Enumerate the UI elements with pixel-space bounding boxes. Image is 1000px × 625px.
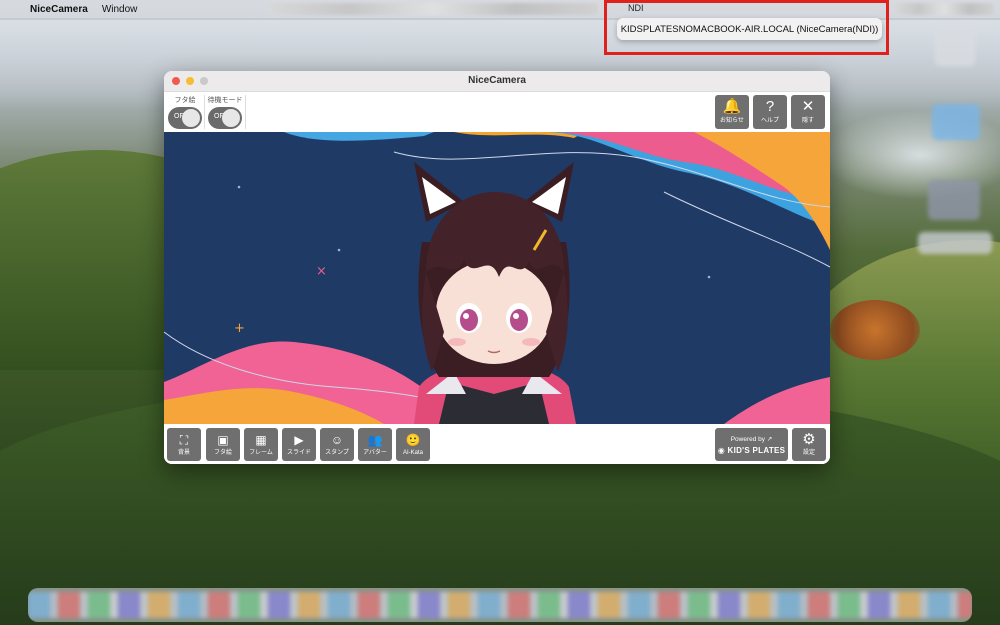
settings-button[interactable]: ⚙ 設定 <box>792 428 826 461</box>
close-icon: ✕ <box>801 98 815 115</box>
lid-image-button[interactable]: ▣ フタ絵 <box>206 428 240 461</box>
menu-app-name[interactable]: NiceCamera <box>30 4 88 15</box>
button-label: スタンプ <box>325 450 349 456</box>
divider <box>204 95 205 129</box>
menubar-status-right <box>894 3 994 15</box>
sparkle-plus: + <box>234 321 245 336</box>
bell-icon: 🔔 <box>722 98 742 115</box>
button-label: アバター <box>363 450 387 456</box>
star-dot <box>337 248 341 252</box>
top-toolbar: フタ絵 OFF 待機モード OFF 🔔 お知らせ ? ヘルプ ✕ 隠す <box>164 92 830 132</box>
background-icon: ⛶ <box>179 433 189 447</box>
frame-button[interactable]: ▦ フレーム <box>244 428 278 461</box>
powered-by-text: Powered by ↗ <box>730 436 773 443</box>
wave-pink-bottom-right <box>724 377 830 424</box>
button-label: お知らせ <box>720 118 744 124</box>
hide-button[interactable]: ✕ 隠す <box>791 95 825 129</box>
button-label: スライド <box>286 450 311 456</box>
button-label: ヘルプ <box>760 118 779 124</box>
button-label: フタ絵 <box>213 450 232 456</box>
nicecamera-window: NiceCamera フタ絵 OFF 待機モード OFF 🔔 お知らせ ? ヘル… <box>164 71 830 464</box>
slide-button[interactable]: ▶ スライド <box>282 428 316 461</box>
desktop-widget-folder <box>932 104 980 140</box>
toggle-knob <box>222 109 240 127</box>
avatar-character <box>414 162 576 424</box>
stamp-icon: ☺ <box>330 433 344 447</box>
ai-kata-icon: 🙂 <box>405 433 421 447</box>
question-icon: ? <box>765 98 775 115</box>
gear-icon: ⚙ <box>802 431 816 448</box>
divider <box>245 95 246 129</box>
avatar-icon: 👥 <box>367 433 383 447</box>
bottom-toolbar: ⛶ 背景 ▣ フタ絵 ▦ フレーム ▶ スライド ☺ スタンプ 👥 アバター 🙂… <box>164 424 830 464</box>
notifications-button[interactable]: 🔔 お知らせ <box>715 95 749 129</box>
lid-image-toggle[interactable]: OFF <box>168 107 202 129</box>
desktop-widget-3 <box>918 232 992 254</box>
button-label: 背景 <box>177 450 190 456</box>
slide-icon: ▶ <box>294 433 304 447</box>
avatar-button[interactable]: 👥 アバター <box>358 428 392 461</box>
button-label: フレーム <box>249 450 273 456</box>
help-button[interactable]: ? ヘルプ <box>753 95 787 129</box>
button-label: AI-Kata <box>402 450 423 456</box>
highlight-box <box>604 0 889 55</box>
menu-window[interactable]: Window <box>102 4 138 15</box>
lid-image-icon: ▣ <box>217 433 229 447</box>
toggle-knob <box>182 109 200 127</box>
menubar-status-icons <box>268 3 598 15</box>
dock-app-icons[interactable] <box>28 592 972 618</box>
sparkle-x: × <box>316 264 327 279</box>
desktop-widget-1 <box>935 26 975 66</box>
standby-toggle-group: 待機モード OFF <box>206 95 244 129</box>
camera-preview: × + <box>164 132 830 424</box>
button-label: 隠す <box>801 118 814 124</box>
window-title: NiceCamera <box>468 75 526 86</box>
star-dot <box>707 275 711 279</box>
ai-kata-button[interactable]: 🙂 AI-Kata <box>396 428 430 461</box>
title-bar[interactable]: NiceCamera <box>164 71 830 92</box>
toggle-label: 待機モード <box>207 97 243 104</box>
lid-image-toggle-group: フタ絵 OFF <box>166 95 204 129</box>
wallpaper-autumn-tree <box>830 300 920 360</box>
frame-icon: ▦ <box>255 433 267 447</box>
star-dot <box>237 185 241 189</box>
background-button[interactable]: ⛶ 背景 <box>167 428 201 461</box>
stamp-button[interactable]: ☺ スタンプ <box>320 428 354 461</box>
preview-background: × + <box>164 132 830 424</box>
standby-mode-toggle[interactable]: OFF <box>208 107 242 129</box>
wave-blue-top <box>284 132 434 141</box>
powered-by-kids-plates-link[interactable]: Powered by ↗ ◉ KID'S PLATES <box>715 428 788 461</box>
toggle-label: フタ絵 <box>174 97 196 104</box>
dock <box>28 588 972 622</box>
desktop-widget-2 <box>928 180 980 220</box>
button-label: 設定 <box>802 450 815 456</box>
kids-plates-logo: ◉ KID'S PLATES <box>717 446 786 455</box>
